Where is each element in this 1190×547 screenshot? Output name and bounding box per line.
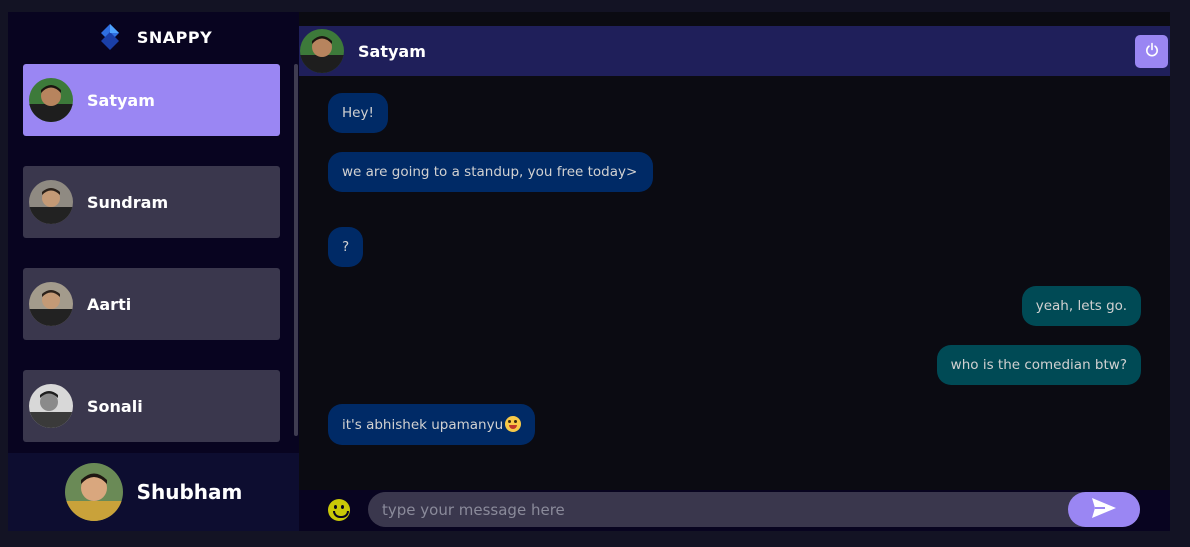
emoji-picker-button[interactable] [328,499,350,521]
contacts-sidebar: SNAPPY Satyam Sundram Aarti Sonali Shubh… [8,12,299,531]
avatar [29,180,73,224]
message-bubble: ? [328,227,364,267]
contact-name: Satyam [87,90,155,110]
avatar [300,29,344,73]
send-icon [1091,497,1117,523]
contact-satyam[interactable]: Satyam [23,64,280,136]
contact-sundram[interactable]: Sundram [23,166,280,238]
contact-name: Sonali [87,396,143,416]
message-text: Hey! [342,105,374,121]
message-text: it's abhishek upamanyu [342,417,504,433]
message-text: we are going to a standup, you free toda… [342,164,638,180]
avatar [64,463,123,521]
message-text: who is the comedian btw? [950,357,1127,373]
message-list: Hey! we are going to a standup, you free… [299,76,1170,490]
message-bubble: Hey! [328,93,388,133]
avatar [29,282,73,326]
message-field [368,492,1140,527]
current-user-name: Shubham [136,480,243,504]
contact-name: Aarti [87,294,132,314]
send-button[interactable] [1068,492,1140,527]
snappy-logo-icon [95,22,125,52]
contact-sonali[interactable]: Sonali [23,370,280,442]
message-input-bar [299,490,1170,531]
grinning-face-with-tongue-icon [505,416,522,432]
contact-list: Satyam Sundram Aarti Sonali [23,64,280,444]
message-bubble: yeah, lets go. [1021,286,1141,326]
message-bubble: who is the comedian btw? [936,345,1141,385]
chat-contact-name: Satyam [358,41,426,61]
chat-header: Satyam [299,26,1170,76]
contact-aarti[interactable]: Aarti [23,268,280,340]
logout-button[interactable] [1135,35,1168,68]
contact-name: Sundram [87,192,169,212]
chat-app: SNAPPY Satyam Sundram Aarti Sonali Shubh… [8,12,1170,531]
message-text: yeah, lets go. [1035,298,1127,314]
message-text: ? [342,239,350,255]
contact-list-scrollbar[interactable] [294,64,298,436]
current-user: Shubham [8,453,299,531]
message-bubble: it's abhishek upamanyu [328,404,536,445]
brand-name: SNAPPY [136,27,213,47]
message-input[interactable] [382,492,1062,527]
message-bubble: we are going to a standup, you free toda… [328,152,653,192]
power-icon [1144,42,1160,62]
brand: SNAPPY [8,12,299,62]
avatar [29,78,73,122]
avatar [29,384,73,428]
chat-panel: Satyam Hey! we are going to a standup, y… [299,12,1170,531]
